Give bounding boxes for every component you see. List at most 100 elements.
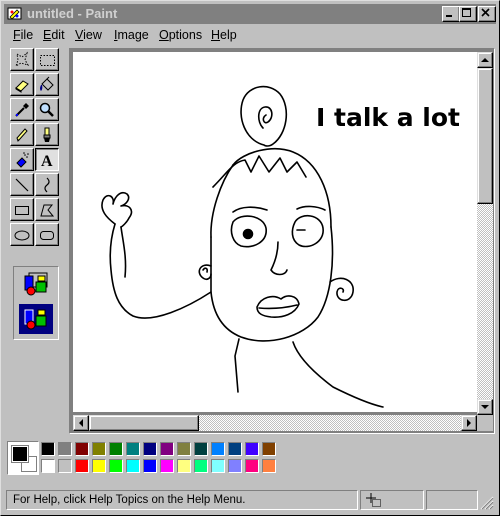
scroll-right-button[interactable] bbox=[461, 415, 477, 431]
text-icon: A bbox=[41, 153, 53, 169]
palette-swatch[interactable] bbox=[109, 459, 123, 473]
scroll-up-button[interactable] bbox=[477, 52, 493, 68]
tool-free-form-select[interactable] bbox=[10, 48, 34, 71]
current-colors[interactable] bbox=[7, 441, 39, 475]
palette-swatch[interactable] bbox=[143, 442, 157, 456]
status-bar: For Help, click Help Topics on the Help … bbox=[4, 488, 496, 512]
palette-swatch[interactable] bbox=[126, 459, 140, 473]
toolbox: A bbox=[7, 48, 65, 340]
arrow-down-icon bbox=[481, 405, 489, 409]
close-button[interactable] bbox=[478, 6, 496, 22]
menu-options[interactable]: Options bbox=[159, 28, 202, 42]
tool-rectangle[interactable] bbox=[10, 198, 34, 221]
palette-swatch[interactable] bbox=[262, 459, 276, 473]
horizontal-scrollbar[interactable] bbox=[73, 415, 477, 431]
cursor-position-icon bbox=[366, 493, 381, 507]
menu-edit[interactable]: Edit bbox=[43, 28, 65, 42]
palette-swatch[interactable] bbox=[177, 442, 191, 456]
tool-polygon[interactable] bbox=[35, 198, 59, 221]
palette-swatch[interactable] bbox=[194, 442, 208, 456]
minimize-button[interactable] bbox=[442, 6, 460, 22]
tool-pencil[interactable] bbox=[10, 123, 34, 146]
minimize-icon bbox=[446, 15, 452, 17]
maximize-button[interactable] bbox=[459, 6, 477, 22]
maximize-icon bbox=[462, 8, 471, 17]
canvas-caption: I talk a lot bbox=[316, 103, 460, 132]
paint-app-icon[interactable] bbox=[7, 6, 23, 22]
menu-help[interactable]: Help bbox=[211, 28, 237, 42]
resize-grip-icon[interactable] bbox=[480, 496, 494, 510]
palette-swatch[interactable] bbox=[58, 442, 72, 456]
line-icon bbox=[15, 178, 29, 192]
tool-rounded-rectangle[interactable] bbox=[35, 223, 59, 246]
palette-swatch[interactable] bbox=[92, 459, 106, 473]
palette-swatch[interactable] bbox=[194, 459, 208, 473]
palette-swatch[interactable] bbox=[41, 442, 55, 456]
palette-swatch[interactable] bbox=[262, 442, 276, 456]
palette-swatch[interactable] bbox=[126, 442, 140, 456]
palette-swatch[interactable] bbox=[75, 442, 89, 456]
rectangle-select-icon bbox=[40, 55, 55, 66]
opaque-background-option[interactable] bbox=[19, 270, 53, 300]
palette-swatch[interactable] bbox=[75, 459, 89, 473]
tool-curve[interactable] bbox=[35, 173, 59, 196]
arrow-left-icon bbox=[79, 419, 83, 427]
palette-swatch[interactable] bbox=[177, 459, 191, 473]
menu-view[interactable]: View bbox=[75, 28, 102, 42]
status-coordinates-panel bbox=[360, 490, 424, 510]
tool-fill-with-color[interactable] bbox=[35, 73, 59, 96]
paint-window: untitled - Paint File Edit View Image Op… bbox=[0, 0, 500, 516]
free-form-select-icon bbox=[15, 51, 30, 68]
tool-pick-color[interactable] bbox=[10, 98, 34, 121]
palette-swatch[interactable] bbox=[92, 442, 106, 456]
magnifier-icon bbox=[39, 102, 54, 117]
tool-options-panel bbox=[13, 266, 59, 340]
drawing-canvas[interactable]: I talk a lot bbox=[73, 52, 477, 412]
tool-text[interactable]: A bbox=[35, 148, 59, 171]
status-help-text: For Help, click Help Topics on the Help … bbox=[13, 494, 246, 506]
text-tool-glyph: A bbox=[41, 153, 53, 169]
tool-magnifier[interactable] bbox=[35, 98, 59, 121]
airbrush-icon bbox=[16, 152, 29, 168]
palette-swatch[interactable] bbox=[245, 459, 259, 473]
arrow-right-icon bbox=[467, 419, 471, 427]
horizontal-scroll-thumb[interactable] bbox=[89, 415, 199, 431]
brush-icon bbox=[43, 127, 51, 142]
palette-swatch[interactable] bbox=[143, 459, 157, 473]
menu-image[interactable]: Image bbox=[114, 28, 149, 42]
palette-swatch[interactable] bbox=[228, 459, 242, 473]
tool-airbrush[interactable] bbox=[10, 148, 34, 171]
palette-swatch[interactable] bbox=[109, 442, 123, 456]
tool-eraser[interactable] bbox=[10, 73, 34, 96]
opaque-background-icon bbox=[24, 272, 48, 296]
palette-swatch[interactable] bbox=[245, 442, 259, 456]
palette-swatch[interactable] bbox=[41, 459, 55, 473]
scrollbar-corner bbox=[477, 415, 493, 431]
menu-bar: File Edit View Image Options Help bbox=[4, 26, 496, 46]
vertical-scrollbar[interactable] bbox=[477, 52, 493, 415]
status-help-panel: For Help, click Help Topics on the Help … bbox=[6, 490, 358, 510]
palette-swatch[interactable] bbox=[160, 459, 174, 473]
palette-swatch[interactable] bbox=[228, 442, 242, 456]
palette-swatch[interactable] bbox=[58, 459, 72, 473]
palette-swatch[interactable] bbox=[160, 442, 174, 456]
scroll-left-button[interactable] bbox=[73, 415, 89, 431]
transparent-background-option[interactable] bbox=[19, 304, 53, 334]
menu-file[interactable]: File bbox=[13, 28, 33, 42]
tool-select[interactable] bbox=[35, 48, 59, 71]
tool-brush[interactable] bbox=[35, 123, 59, 146]
palette-swatch[interactable] bbox=[211, 459, 225, 473]
foreground-color bbox=[12, 446, 28, 462]
palette-swatch[interactable] bbox=[211, 442, 225, 456]
close-icon bbox=[481, 8, 490, 17]
vertical-scroll-thumb[interactable] bbox=[477, 68, 493, 204]
tool-ellipse[interactable] bbox=[10, 223, 34, 246]
title-bar[interactable]: untitled - Paint bbox=[4, 4, 496, 24]
polygon-icon bbox=[40, 204, 55, 217]
ellipse-icon bbox=[14, 230, 30, 241]
transparent-background-icon bbox=[24, 309, 47, 330]
color-palette bbox=[5, 439, 497, 485]
scroll-down-button[interactable] bbox=[477, 399, 493, 415]
window-title: untitled - Paint bbox=[27, 6, 118, 21]
tool-line[interactable] bbox=[10, 173, 34, 196]
